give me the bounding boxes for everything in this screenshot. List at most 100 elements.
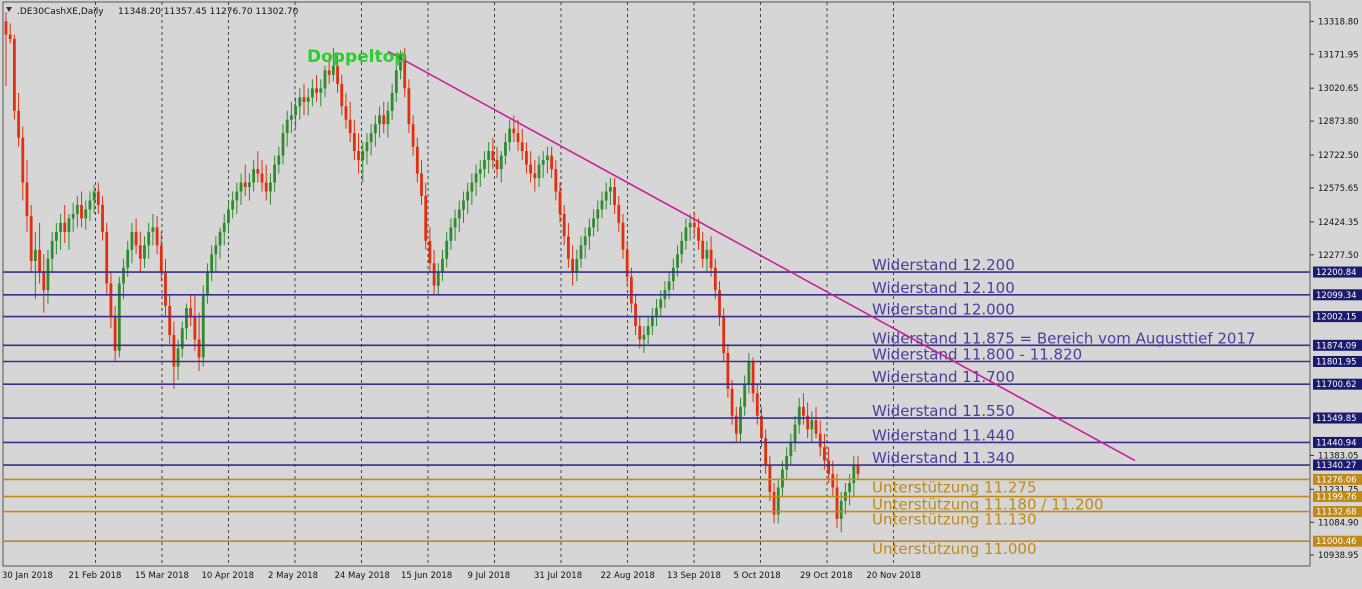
candle-body — [130, 231, 134, 250]
candle-body — [789, 442, 793, 457]
candle-body — [554, 169, 558, 192]
candle-body — [394, 70, 398, 93]
price-label: 11874.09 — [1316, 341, 1357, 351]
candle-body — [134, 231, 138, 246]
candle-body — [252, 169, 256, 183]
candle-body — [520, 142, 524, 152]
candle-body — [713, 267, 717, 291]
candle-body — [407, 88, 411, 125]
candle-body — [109, 283, 113, 318]
candle-body — [38, 249, 41, 273]
y-tick-label: 13020.65 — [1318, 84, 1359, 94]
candle-body — [638, 326, 642, 340]
price-label: 11000.46 — [1316, 537, 1357, 547]
candle-body — [25, 182, 29, 217]
candle-body — [701, 240, 705, 259]
candle-body — [386, 110, 390, 125]
candle-body — [235, 191, 239, 201]
candle-body — [818, 433, 822, 448]
candle-body — [96, 191, 100, 205]
candle-body — [248, 182, 251, 188]
candle-body — [92, 191, 96, 201]
candle-body — [424, 195, 428, 241]
candle-body — [781, 469, 784, 488]
candle-body — [432, 263, 436, 286]
candle-body — [852, 465, 856, 484]
candle-body — [655, 308, 658, 318]
candle-body — [659, 299, 663, 309]
candle-body — [571, 258, 575, 273]
x-tick-label: 9 Jul 2018 — [468, 571, 511, 581]
doppeltop-label: Doppeltop — [307, 47, 406, 67]
candle-body — [525, 151, 528, 165]
candle-body — [613, 187, 616, 205]
candle-body — [80, 204, 83, 219]
candle-body — [260, 173, 264, 183]
candle-body — [206, 272, 209, 295]
candle-body — [315, 88, 318, 93]
candle-body — [336, 65, 339, 84]
y-tick-label: 12873.80 — [1318, 117, 1359, 127]
candle-body — [541, 160, 545, 165]
candle-body — [802, 406, 805, 416]
candle-body — [747, 361, 751, 385]
candle-body — [164, 272, 167, 306]
candle-body — [667, 281, 671, 291]
candle-body — [390, 92, 394, 111]
price-label: 12099.34 — [1316, 291, 1357, 301]
candle-body — [827, 460, 831, 475]
candle-body — [575, 258, 579, 273]
x-tick-label: 30 Jan 2018 — [2, 571, 53, 581]
resistance-label: Widerstand 12.200 — [872, 256, 1015, 274]
candle-body — [634, 303, 637, 327]
candle-body — [671, 267, 675, 282]
candle-body — [550, 155, 554, 170]
candle-body — [340, 83, 344, 107]
candle-body — [709, 249, 713, 268]
candle-body — [470, 182, 474, 192]
candlestick-chart: Widerstand 12.200 Widerstand 12.100 Widers… — [0, 0, 1362, 585]
candle-body — [650, 317, 654, 327]
candle-body — [785, 456, 789, 470]
y-tick-label: 12424.35 — [1318, 218, 1359, 228]
candle-body — [105, 231, 109, 284]
candle-body — [705, 249, 709, 259]
x-tick-label: 2 May 2018 — [268, 571, 318, 581]
y-tick-label: 12575.65 — [1318, 184, 1359, 194]
x-tick-label: 31 Jul 2018 — [534, 571, 582, 581]
candle-body — [453, 218, 457, 228]
candle-body — [604, 191, 608, 201]
y-tick-label: 12277.50 — [1318, 251, 1359, 261]
candle-body — [33, 249, 37, 262]
x-tick-label: 29 Oct 2018 — [800, 571, 853, 581]
candle-body — [567, 236, 570, 259]
candle-body — [361, 151, 365, 161]
resistance-label: Widerstand 11.340 — [872, 449, 1015, 467]
candle-body — [201, 294, 205, 358]
resistance-label: Widerstand 11.550 — [872, 402, 1015, 420]
price-label: 12002.15 — [1316, 313, 1357, 323]
candle-body — [680, 240, 684, 255]
candle-body — [688, 222, 692, 228]
candle-body — [344, 106, 348, 120]
candle-body — [835, 487, 839, 519]
candle-body — [487, 151, 491, 161]
candle-body — [466, 191, 470, 201]
candle-body — [84, 209, 88, 219]
candle-body — [587, 227, 591, 237]
candle-body — [457, 209, 461, 219]
candle-body — [348, 119, 352, 134]
candle-body — [210, 254, 214, 273]
candle-body — [529, 164, 533, 174]
candle-body — [151, 227, 155, 232]
support-label: Unterstützung 11.275 — [872, 478, 1037, 496]
candle-body — [504, 142, 507, 156]
candle-body — [856, 465, 860, 475]
candle-body — [17, 110, 20, 138]
candle-body — [755, 393, 759, 416]
candle-body — [743, 384, 747, 407]
candle-body — [168, 305, 172, 336]
candle-body — [483, 160, 486, 170]
candle-body — [512, 128, 516, 134]
candle-body — [814, 420, 818, 434]
